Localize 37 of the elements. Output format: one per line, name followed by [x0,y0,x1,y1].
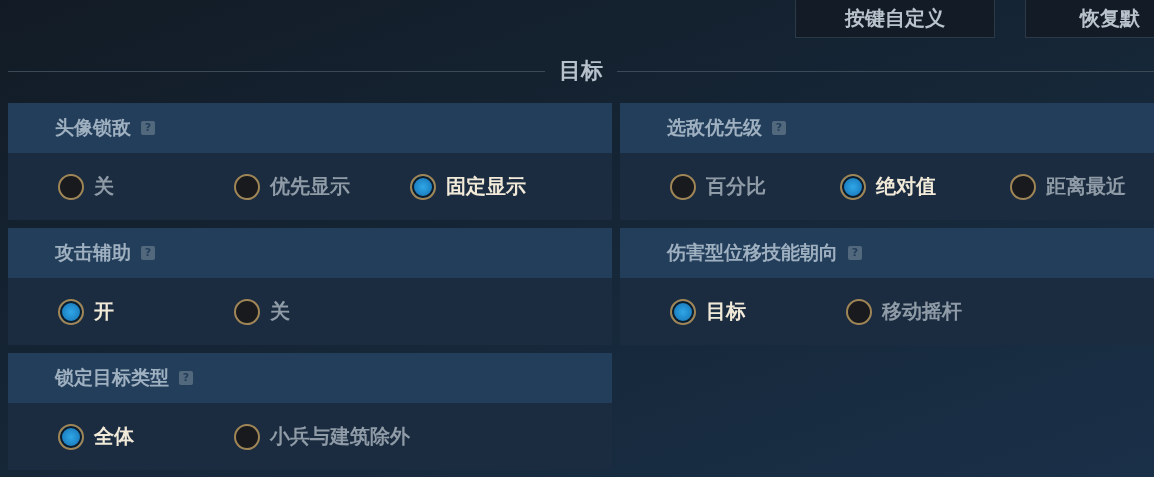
option-label: 关 [94,173,114,200]
setting-title: 头像锁敌 [55,115,131,140]
option-label: 移动摇杆 [882,298,962,325]
radio-button[interactable] [58,173,84,200]
radio-button[interactable] [846,298,872,325]
help-badge[interactable]: ? [141,246,155,260]
setting-title: 锁定目标类型 [55,365,169,390]
radio-button[interactable] [58,423,84,450]
setting-title: 选敌优先级 [667,115,762,140]
option-label: 固定显示 [446,173,526,200]
option-label: 目标 [706,298,746,325]
help-badge[interactable]: ? [179,371,193,385]
option-label: 百分比 [706,173,766,200]
option-label: 开 [94,298,114,325]
radio-button[interactable] [58,298,84,325]
radio-button[interactable] [234,423,260,450]
option-label: 距离最近 [1046,173,1126,200]
help-badge[interactable]: ? [141,121,155,135]
option-label: 全体 [94,423,134,450]
radio-button[interactable] [840,173,866,200]
setting-title: 攻击辅助 [55,240,131,265]
radio-button[interactable] [410,173,436,200]
radio-button[interactable] [1010,173,1036,200]
radio-button[interactable] [670,173,696,200]
setting-title: 伤害型位移技能朝向 [667,240,838,265]
top-button[interactable]: 按键自定义 [795,0,995,38]
option-label: 绝对值 [876,173,936,200]
radio-button[interactable] [670,298,696,325]
option-label: 优先显示 [270,173,350,200]
help-badge[interactable]: ? [772,121,786,135]
radio-button[interactable] [234,173,260,200]
top-button[interactable]: 恢复默 [1025,0,1154,38]
section-title: 目标 [558,57,604,85]
option-label: 关 [270,298,290,325]
help-badge[interactable]: ? [848,246,862,260]
radio-button[interactable] [234,298,260,325]
option-label: 小兵与建筑除外 [270,423,410,450]
